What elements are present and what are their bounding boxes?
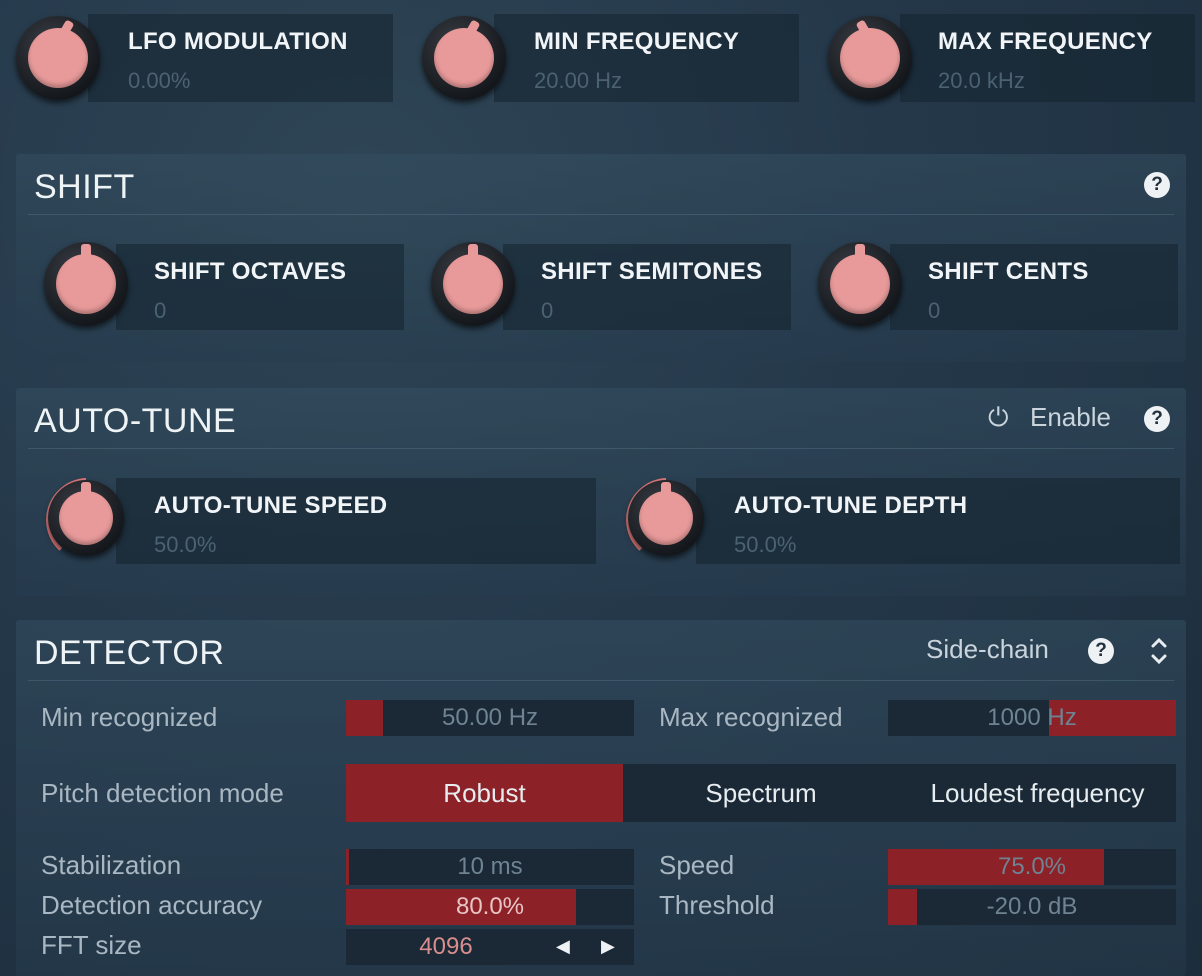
detection-accuracy-label: Detection accuracy [41,890,263,920]
knob-value: 20.0 kHz [938,68,1025,93]
lfo-modulation-control: LFO MODULATION 0.00% [8,10,398,105]
autotune-section: AUTO-TUNE ⏻ Enable ? AUTO-TUNE SPEED 50.… [16,388,1186,596]
divider [28,448,1174,449]
mode-option-loudest-frequency[interactable]: Loudest frequency [899,764,1176,822]
fft-size-label: FFT size [41,930,142,960]
knob-value: 0 [154,298,167,323]
max-frequency-control: MAX FREQUENCY 20.0 kHz [820,10,1200,105]
shift-semitones-knob[interactable] [423,236,523,336]
min-recognized-slider[interactable]: 50.00 Hz [346,700,634,736]
threshold-label: Threshold [659,890,775,920]
knob-label: MAX FREQUENCY [938,28,1153,55]
knob-value: 0.00% [128,68,191,93]
detector-section: DETECTOR Side-chain ? Min recognized 50.… [16,620,1186,976]
autotune-depth-control: AUTO-TUNE DEPTH 50.0% [616,470,1180,570]
autotune-speed-control: AUTO-TUNE SPEED 50.0% [36,470,596,570]
chevron-updown-icon [1151,637,1167,665]
stabilization-slider[interactable]: 10 ms [346,849,634,885]
shift-semitones-control: SHIFT SEMITONES 0 [423,236,793,336]
autotune-speed-knob[interactable] [36,470,136,570]
autotune-depth-knob[interactable] [616,470,716,570]
fft-size-value[interactable]: 4096 [346,929,546,965]
section-title: AUTO-TUNE [34,402,237,440]
divider [28,214,1174,215]
shift-cents-control: SHIFT CENTS 0 [810,236,1180,336]
shift-octaves-control: SHIFT OCTAVES 0 [36,236,406,336]
help-icon[interactable]: ? [1144,406,1170,432]
mode-option-spectrum[interactable]: Spectrum [623,764,899,822]
power-icon: ⏻ [988,402,1009,432]
max-recognized-label: Max recognized [659,702,843,732]
speed-slider[interactable]: 75.0% [888,849,1176,885]
threshold-slider[interactable]: -20.0 dB [888,889,1176,925]
knob-label: SHIFT OCTAVES [154,258,347,285]
knob-label: MIN FREQUENCY [534,28,740,55]
shift-octaves-knob[interactable] [36,236,136,336]
lfo-modulation-knob[interactable] [8,10,108,110]
fft-prev-icon[interactable]: ◀ [556,929,570,965]
speed-label: Speed [659,850,735,880]
max-frequency-knob[interactable] [820,10,920,110]
knob-label: SHIFT SEMITONES [541,258,763,285]
section-title: DETECTOR [34,634,225,672]
divider [28,680,1174,681]
knob-value: 20.00 Hz [534,68,623,93]
slider-value: 75.0% [997,853,1067,880]
min-recognized-label: Min recognized [41,702,218,732]
shift-cents-knob[interactable] [810,236,910,336]
knob-label: AUTO-TUNE DEPTH [734,492,968,519]
max-recognized-slider[interactable]: 1000 Hz [888,700,1176,736]
knob-value: 50.0% [734,532,797,557]
detection-accuracy-slider[interactable]: 80.0% [346,889,634,925]
slider-value: 1000 Hz [987,704,1077,731]
shift-section: SHIFT ? SHIFT OCTAVES 0 SHIFT SEMITONES … [16,154,1186,362]
slider-value: -20.0 dB [986,893,1078,920]
slider-value: 10 ms [457,853,523,880]
fft-size-selector: 4096 ◀ ▶ [346,929,634,965]
mode-option-robust[interactable]: Robust [346,764,623,822]
min-frequency-control: MIN FREQUENCY 20.00 Hz [414,10,804,105]
pitch-detection-mode-label: Pitch detection mode [41,778,284,808]
fft-next-icon[interactable]: ▶ [601,929,615,965]
knob-label: LFO MODULATION [128,28,348,55]
min-frequency-knob[interactable] [414,10,514,110]
slider-value: 50.00 Hz [441,704,539,731]
knob-value: 0 [541,298,554,323]
help-icon[interactable]: ? [1144,172,1170,198]
enable-label: Enable [1030,402,1111,432]
knob-label: SHIFT CENTS [928,258,1089,285]
section-title: SHIFT [34,168,135,206]
expand-collapse-icon[interactable] [1146,632,1172,670]
knob-value: 50.0% [154,532,217,557]
sidechain-button[interactable]: Side-chain [926,634,1049,665]
slider-value: 80.0% [455,893,525,920]
knob-label: AUTO-TUNE SPEED [154,492,388,519]
enable-toggle[interactable]: ⏻ Enable [988,402,1128,434]
help-icon[interactable]: ? [1088,638,1114,664]
pitch-detection-mode-selector: Robust Spectrum Loudest frequency [346,764,1176,822]
knob-value: 0 [928,298,941,323]
stabilization-label: Stabilization [41,850,182,880]
